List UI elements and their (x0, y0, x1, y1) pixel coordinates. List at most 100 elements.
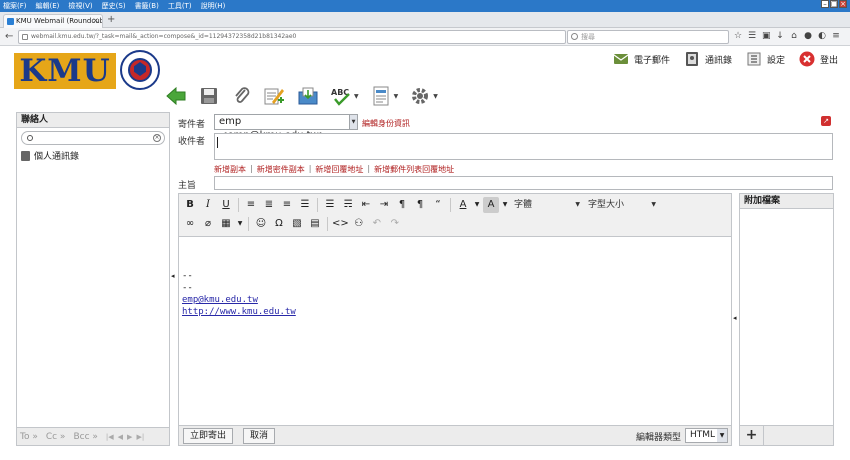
last-page-icon[interactable]: ▶| (136, 433, 144, 441)
media-icon[interactable]: ▤ (307, 216, 323, 232)
text-color-icon[interactable]: A (455, 197, 471, 213)
sync-icon[interactable]: ◐ (818, 32, 826, 41)
undo-icon[interactable]: ↶ (369, 216, 385, 232)
menu-edit[interactable]: 編輯(E) (36, 1, 60, 11)
prev-page-icon[interactable]: ◀ (118, 433, 123, 441)
align-center-icon[interactable]: ≣ (261, 197, 277, 213)
nav-settings[interactable]: 設定 (746, 51, 785, 67)
restore-button[interactable]: □ (830, 0, 838, 8)
tab-close-icon[interactable]: × (92, 15, 99, 27)
nav-addressbook[interactable]: 通訊錄 (684, 51, 732, 67)
ltr-icon[interactable]: ¶ (394, 197, 410, 213)
to-input[interactable] (214, 133, 833, 160)
encoding-dropdown-icon[interactable]: ▼ (394, 93, 399, 100)
underline-button[interactable]: U (218, 197, 234, 213)
link-icon[interactable]: ∞ (182, 216, 198, 232)
options-button[interactable] (409, 85, 431, 107)
special-char-icon[interactable]: Ω (271, 216, 287, 232)
nav-email[interactable]: 電子郵件 (613, 51, 670, 67)
options-dropdown-icon[interactable]: ▼ (433, 93, 438, 100)
background-color-icon[interactable]: A (483, 197, 499, 213)
clear-search-icon[interactable]: × (153, 134, 161, 142)
find-replace-icon[interactable]: ⚇ (351, 216, 367, 232)
menu-view[interactable]: 檢視(V) (68, 1, 92, 11)
source-code-icon[interactable]: <> (332, 216, 349, 232)
signature-email-link[interactable]: emp@kmu.edu.tw (182, 294, 296, 306)
indent-icon[interactable]: ⇥ (376, 197, 392, 213)
message-body[interactable]: -- -- emp@kmu.edu.tw http://www.kmu.edu.… (182, 270, 296, 318)
splitter-handle[interactable]: ◂ (171, 272, 175, 280)
send-button[interactable]: 立即寄出 (183, 428, 234, 444)
add-to-button[interactable]: To » (20, 432, 38, 442)
add-cc-button[interactable]: Cc » (46, 432, 66, 442)
menu-history[interactable]: 歷史(S) (102, 1, 126, 11)
insert-response-button[interactable] (297, 85, 319, 107)
menu-icon[interactable]: ≡ (832, 32, 840, 41)
add-bcc-button[interactable]: Bcc » (73, 432, 97, 442)
signature-button[interactable] (264, 85, 286, 107)
popout-icon[interactable]: ↗ (821, 116, 831, 126)
new-tab-button[interactable]: + (107, 14, 115, 25)
spellcheck-button[interactable]: ABC (330, 85, 352, 107)
chevron-down-icon[interactable]: ▼ (501, 197, 509, 213)
outdent-icon[interactable]: ⇤ (358, 197, 374, 213)
edit-identity-link[interactable]: 編輯身份資訊 (362, 118, 410, 129)
emoticon-icon[interactable]: ☺ (253, 216, 269, 232)
close-window-button[interactable]: × (839, 0, 847, 8)
add-cc-link[interactable]: 新增副本 (214, 164, 246, 175)
first-page-icon[interactable]: |◀ (106, 433, 114, 441)
browser-search-input[interactable]: 搜尋 (567, 30, 729, 44)
align-left-icon[interactable]: ≡ (243, 197, 259, 213)
attach-button[interactable] (231, 85, 253, 107)
chevron-down-icon[interactable]: ▼ (350, 114, 358, 130)
font-size-select[interactable]: 字型大小 ▼ (585, 198, 659, 212)
minimize-button[interactable]: – (821, 0, 829, 8)
chevron-down-icon[interactable]: ▼ (473, 197, 481, 213)
splitter-handle[interactable]: ◂ (733, 314, 737, 322)
add-followup-to-link[interactable]: 新增郵件列表回覆地址 (374, 164, 454, 175)
cancel-button[interactable]: 取消 (243, 428, 276, 444)
bullet-list-icon[interactable]: ☰ (322, 197, 338, 213)
contacts-search-input[interactable]: × (21, 131, 165, 145)
browser-tab[interactable]: KMU Webmail (Roundcube) × (3, 14, 103, 28)
spellcheck-dropdown-icon[interactable]: ▼ (354, 93, 359, 100)
reading-list-icon[interactable]: ☰ (748, 32, 756, 41)
bold-button[interactable]: B (182, 197, 198, 213)
image-icon[interactable]: ▧ (289, 216, 305, 232)
chat-icon[interactable]: ● (804, 32, 812, 41)
align-justify-icon[interactable]: ☰ (297, 197, 313, 213)
rtl-icon[interactable]: ¶ (412, 197, 428, 213)
save-button[interactable] (198, 85, 220, 107)
home-icon[interactable]: ⌂ (790, 32, 798, 41)
bookmark-star-icon[interactable]: ☆ (734, 32, 742, 41)
addressbook-item[interactable]: 個人通訊錄 (21, 149, 79, 162)
menu-help[interactable]: 說明(H) (201, 1, 226, 11)
blockquote-icon[interactable]: “ (430, 197, 446, 213)
url-bar[interactable]: webmail.kmu.edu.tw/?_task=mail&_action=c… (18, 30, 566, 44)
table-icon[interactable]: ▦ (218, 216, 234, 232)
menu-tools[interactable]: 工具(T) (168, 1, 192, 11)
align-right-icon[interactable]: ≡ (279, 197, 295, 213)
add-attachment-button[interactable]: + (740, 426, 764, 445)
from-select[interactable]: emp <emp@kmu.edu.tw> (214, 114, 350, 141)
unlink-icon[interactable]: ⌀ (200, 216, 216, 232)
signature-web-link[interactable]: http://www.kmu.edu.tw (182, 306, 296, 318)
lock-shield-icon[interactable]: ▣ (762, 32, 771, 41)
nav-logout[interactable]: 登出 (799, 51, 838, 67)
next-page-icon[interactable]: ▶ (127, 433, 132, 441)
chevron-down-icon[interactable]: ▼ (236, 216, 244, 232)
editor-type-select[interactable]: HTML ▼ (685, 428, 728, 443)
encoding-button[interactable] (370, 85, 392, 107)
back-button[interactable] (165, 85, 187, 107)
back-arrow-icon[interactable]: ← (5, 31, 13, 42)
add-reply-to-link[interactable]: 新增回覆地址 (315, 164, 363, 175)
subject-input[interactable] (214, 176, 833, 190)
italic-button[interactable]: I (200, 197, 216, 213)
download-icon[interactable]: ↓ (776, 32, 784, 41)
add-bcc-link[interactable]: 新增密件副本 (257, 164, 305, 175)
numbered-list-icon[interactable]: ☴ (340, 197, 356, 213)
menu-bookmarks[interactable]: 書籤(B) (135, 1, 159, 11)
redo-icon[interactable]: ↷ (387, 216, 403, 232)
font-family-select[interactable]: 字體 ▼ (511, 198, 583, 212)
menu-file[interactable]: 檔案(F) (3, 1, 27, 11)
